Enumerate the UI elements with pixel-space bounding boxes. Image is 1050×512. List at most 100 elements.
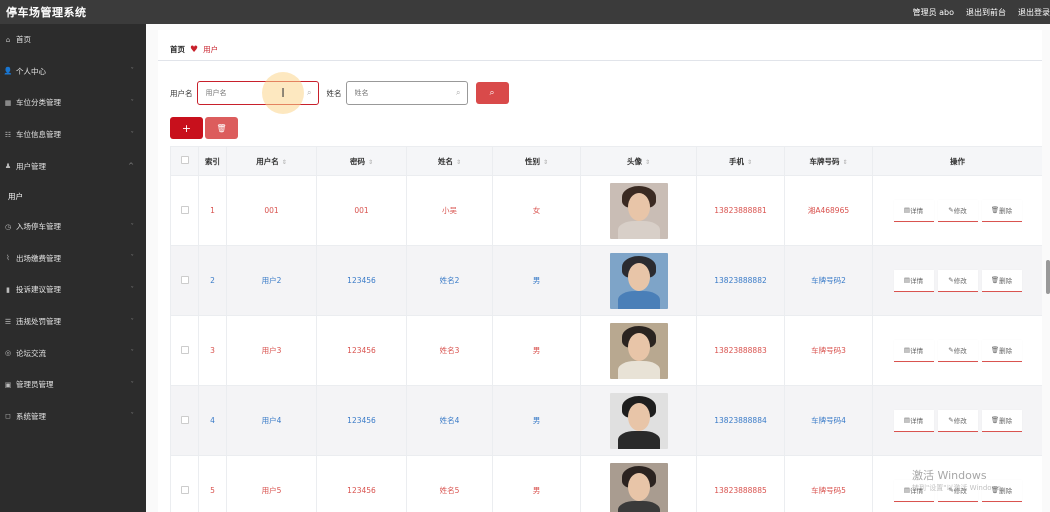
trash-icon: 🗑 bbox=[216, 123, 227, 133]
user-table-container: 索引 用户名 ⇕ 密码 ⇕ 姓名 ⇕ 性别 ⇕ 头像 ⇕ 手机 ⇕ 车牌号码 ⇕ 操作 1 001 001 小吴女 1… bbox=[170, 146, 1042, 512]
search-icon: ⌕ bbox=[456, 88, 461, 97]
column-header-label: 操作 bbox=[950, 156, 965, 166]
sidebar-item-label: 管理员管理 bbox=[16, 380, 54, 390]
cell-name: 姓名3 bbox=[406, 315, 493, 386]
sidebar-item-3[interactable]: ▦ 车位分类管理 ˇ bbox=[0, 87, 146, 119]
cell-avatar bbox=[580, 315, 697, 386]
name-field[interactable]: ⌕ bbox=[345, 81, 468, 105]
column-header[interactable]: 头像 ⇕ bbox=[580, 146, 697, 176]
username-input[interactable] bbox=[205, 89, 298, 97]
batch-delete-button[interactable]: 🗑 bbox=[205, 117, 238, 139]
username-field[interactable]: ⌕ bbox=[196, 81, 319, 105]
cell-name: 姓名5 bbox=[406, 455, 493, 512]
cell-username: 用户4 bbox=[226, 385, 317, 456]
sidebar-item-10[interactable]: ◎ 论坛交流 ˇ bbox=[0, 337, 146, 369]
scrollbar[interactable] bbox=[1046, 260, 1050, 294]
sidebar-item-12[interactable]: ◻ 系统管理 ˇ bbox=[0, 401, 146, 433]
column-header[interactable]: 手机 ⇕ bbox=[696, 146, 785, 176]
admin-user-link[interactable]: 管理员 abo bbox=[913, 7, 954, 18]
detail-button[interactable]: ▤ 详情 bbox=[893, 479, 934, 502]
row-checkbox[interactable] bbox=[180, 485, 189, 494]
cell-plate: 车牌号码4 bbox=[784, 385, 873, 456]
sort-icon[interactable]: ⇕ bbox=[282, 159, 287, 166]
edit-button[interactable]: ✎ 修改 bbox=[937, 199, 978, 222]
column-header-label: 姓名 bbox=[437, 156, 453, 166]
cell-password: 001 bbox=[316, 175, 407, 246]
sidebar-item-5[interactable]: ♟ 用户管理 ^ bbox=[0, 150, 146, 182]
delete-button[interactable]: 🗑 删除 bbox=[981, 479, 1022, 502]
detail-button[interactable]: ▤ 详情 bbox=[893, 409, 934, 432]
sort-icon[interactable]: ⇕ bbox=[747, 159, 752, 166]
sort-icon[interactable]: ⇕ bbox=[645, 159, 650, 166]
row-checkbox[interactable] bbox=[180, 275, 189, 284]
column-header: 索引 bbox=[198, 146, 227, 176]
cell-phone: 13823888881 bbox=[696, 175, 785, 246]
name-input[interactable] bbox=[354, 89, 447, 97]
search-button[interactable]: ⌕ bbox=[475, 82, 509, 104]
detail-button[interactable]: ▤ 详情 bbox=[893, 269, 934, 292]
edit-button[interactable]: ✎ 修改 bbox=[937, 409, 978, 432]
action-label: 删除 bbox=[999, 277, 1013, 285]
cell-index: 1 bbox=[198, 175, 227, 246]
cell-actions: ▤ 详情 ✎ 修改 🗑 删除 bbox=[872, 385, 1042, 456]
select-all-checkbox[interactable] bbox=[180, 156, 189, 164]
row-checkbox[interactable] bbox=[180, 415, 189, 424]
goto-frontend-link[interactable]: 退出到前台 bbox=[966, 7, 1006, 18]
cell-plate: 湘A468965 bbox=[784, 175, 873, 246]
sort-icon[interactable]: ⇕ bbox=[842, 159, 847, 166]
sidebar-subitem-user[interactable]: 用户 bbox=[0, 182, 146, 211]
table-row: 3 用户3 123456 姓名3 男 13823888883 车牌号码3 ▤ 详情 ✎ 修改 🗑 … bbox=[170, 315, 1042, 386]
sidebar-item-11[interactable]: ▣ 管理员管理 ˇ bbox=[0, 369, 146, 401]
row-actions: ▤ 详情 ✎ 修改 🗑 删除 bbox=[873, 269, 1042, 292]
cell-actions: ▤ 详情 ✎ 修改 🗑 删除 bbox=[872, 245, 1042, 316]
sort-icon[interactable]: ⇕ bbox=[543, 159, 548, 166]
delete-button[interactable]: 🗑 删除 bbox=[981, 269, 1022, 292]
row-checkbox[interactable] bbox=[180, 345, 189, 354]
cell-gender: 男 bbox=[492, 315, 581, 386]
sort-icon[interactable]: ⇕ bbox=[456, 159, 461, 166]
column-header[interactable]: 车牌号码 ⇕ bbox=[784, 146, 873, 176]
edit-button[interactable]: ✎ 修改 bbox=[937, 479, 978, 502]
sidebar-item-6[interactable]: ◷ 入场停车管理 ˇ bbox=[0, 211, 146, 243]
column-header-label: 手机 bbox=[728, 156, 744, 166]
edit-button[interactable]: ✎ 修改 bbox=[937, 269, 978, 292]
chevron-down-icon: ˇ bbox=[130, 317, 135, 326]
cell-password: 123456 bbox=[316, 315, 407, 386]
chevron-down-icon: ˇ bbox=[130, 285, 135, 294]
sidebar-item-2[interactable]: 👤 个人中心 ˇ bbox=[0, 56, 146, 88]
avatar bbox=[609, 392, 668, 449]
delete-button[interactable]: 🗑 删除 bbox=[981, 199, 1022, 222]
sidebar-item-9[interactable]: ☰ 违规处罚管理 ˇ bbox=[0, 306, 146, 338]
cell-password: 123456 bbox=[316, 245, 407, 316]
column-header[interactable]: 密码 ⇕ bbox=[316, 146, 407, 176]
sidebar-item-label: 违规处罚管理 bbox=[16, 317, 61, 327]
avatar bbox=[609, 462, 668, 512]
row-checkbox[interactable] bbox=[180, 205, 189, 214]
detail-button[interactable]: ▤ 详情 bbox=[893, 199, 934, 222]
avatar-face bbox=[627, 332, 650, 361]
detail-button[interactable]: ▤ 详情 bbox=[893, 339, 934, 362]
table-header-row: 索引 用户名 ⇕ 密码 ⇕ 姓名 ⇕ 性别 ⇕ 头像 ⇕ 手机 ⇕ 车牌号码 ⇕ 操作 bbox=[170, 146, 1042, 176]
edit-button[interactable]: ✎ 修改 bbox=[937, 339, 978, 362]
cell-phone: 13823888885 bbox=[696, 455, 785, 512]
menu-icon: ☰ bbox=[4, 317, 12, 326]
sort-icon[interactable]: ⇕ bbox=[368, 159, 373, 166]
delete-button[interactable]: 🗑 删除 bbox=[981, 339, 1022, 362]
sidebar-item-8[interactable]: ▮ 投诉建议管理 ˇ bbox=[0, 274, 146, 306]
logout-link[interactable]: 退出登录 bbox=[1018, 7, 1050, 18]
row-select-cell bbox=[170, 245, 199, 316]
column-header[interactable]: 用户名 ⇕ bbox=[226, 146, 317, 176]
breadcrumb-home[interactable]: 首页 bbox=[170, 44, 185, 55]
column-header[interactable]: 姓名 ⇕ bbox=[406, 146, 493, 176]
action-label: 详情 bbox=[910, 487, 924, 495]
sidebar-item-label: 车位分类管理 bbox=[16, 98, 61, 108]
home-icon: ⌂ bbox=[5, 35, 11, 44]
sidebar-item-1[interactable]: ⌂ 首页 bbox=[0, 24, 146, 56]
column-header[interactable]: 性别 ⇕ bbox=[492, 146, 581, 176]
add-button[interactable]: + bbox=[170, 117, 203, 139]
delete-button[interactable]: 🗑 删除 bbox=[981, 409, 1022, 432]
avatar-face bbox=[627, 472, 650, 501]
sidebar-item-7[interactable]: ⌇ 出场缴费管理 ˇ bbox=[0, 243, 146, 275]
cell-username: 用户5 bbox=[226, 455, 317, 512]
sidebar-item-4[interactable]: ☷ 车位信息管理 ˇ bbox=[0, 119, 146, 151]
